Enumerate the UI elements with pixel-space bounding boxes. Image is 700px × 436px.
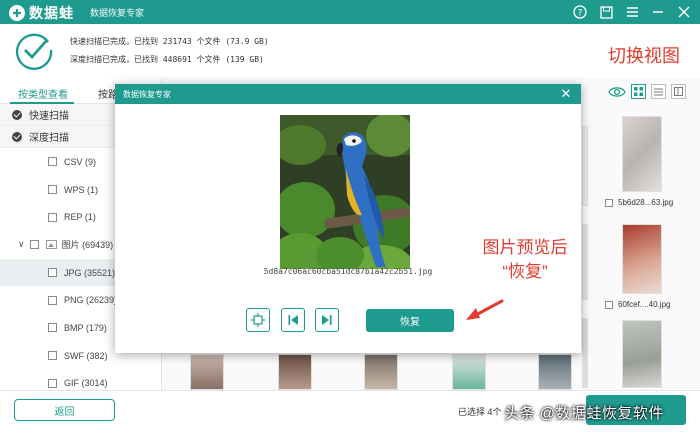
thumbnail-image[interactable]	[364, 354, 398, 390]
eye-icon[interactable]	[608, 85, 626, 99]
active-tab-indicator	[10, 102, 74, 104]
type-item-label: PNG (26239)	[64, 295, 118, 306]
help-icon[interactable]: ?	[570, 2, 590, 22]
red-arrow-icon	[466, 299, 504, 320]
thumbnail-image[interactable]	[622, 224, 662, 294]
checkbox[interactable]	[48, 378, 57, 388]
dialog-title-bar: 数据恢复专家 ✕	[115, 84, 581, 104]
checkbox[interactable]	[605, 198, 613, 207]
type-item-label: JPG (35521)	[64, 267, 116, 278]
app-logo: 数据蛙	[8, 3, 74, 23]
scan-status-header: 快速扫描已完成，已找到 231743 个文件 (73.9 GB) 深度扫描已完成…	[0, 24, 700, 78]
type-item-label: REP (1)	[64, 212, 96, 223]
switch-view-annotation: 切换视图	[608, 46, 680, 66]
svg-text:?: ?	[578, 9, 583, 19]
checkbox[interactable]	[48, 351, 57, 361]
check-icon	[12, 109, 22, 120]
thumbnail-image[interactable]	[452, 354, 486, 390]
selected-count: 已选择 4个	[458, 407, 502, 417]
type-item-label: BMP (179)	[64, 322, 107, 333]
detail-view-icon[interactable]	[671, 84, 686, 99]
checkbox[interactable]	[48, 323, 57, 333]
tab-by-type[interactable]: 按类型查看	[18, 86, 68, 101]
grid-view-icon[interactable]	[631, 84, 646, 99]
list-view-icon[interactable]	[651, 84, 666, 99]
scan-complete-check-icon	[15, 33, 53, 70]
thumbnail-filename: 60fcef....40.jpg	[618, 300, 671, 309]
thumbnail-image[interactable]	[622, 116, 662, 192]
type-group-label: 图片 (69439)	[61, 240, 114, 251]
check-icon	[12, 131, 22, 142]
type-item-label: SWF (382)	[64, 350, 108, 361]
preview-recover-annotation: 图片预览后 “恢复”	[470, 236, 580, 284]
app-subtitle: 数据恢复专家	[90, 8, 145, 18]
thumbnail-label[interactable]: 60fcef....40.jpg	[605, 300, 670, 309]
deep-scan-label: 深度扫描	[29, 133, 69, 144]
back-button[interactable]: 返回	[14, 399, 115, 421]
fit-to-window-button[interactable]	[246, 308, 270, 332]
annotation-line-2: “恢复”	[502, 262, 548, 281]
checkbox[interactable]	[48, 268, 57, 278]
checkbox[interactable]	[29, 240, 39, 250]
deep-scan-result: 深度扫描已完成，已找到 448691 个文件 (139 GB)	[70, 55, 264, 64]
window-controls: ?	[570, 2, 694, 22]
quick-scan-result: 快速扫描已完成，已找到 231743 个文件 (73.9 GB)	[70, 37, 269, 46]
checkbox[interactable]	[48, 295, 57, 305]
thumbnail-image[interactable]	[582, 224, 588, 300]
chevron-down-icon[interactable]: ∨	[18, 239, 25, 250]
image-icon	[45, 240, 57, 250]
thumbnail-image[interactable]	[582, 126, 588, 206]
watermark: 头条 @数据蛙恢复软件	[504, 405, 664, 422]
next-icon	[322, 315, 332, 325]
menu-icon[interactable]	[622, 2, 642, 22]
minimize-icon[interactable]	[648, 2, 668, 22]
preview-image-parrot	[280, 115, 410, 269]
checkbox[interactable]	[48, 185, 57, 195]
checkbox[interactable]	[48, 212, 57, 222]
recover-button[interactable]: 恢复	[366, 309, 454, 332]
crosshair-icon	[251, 313, 265, 327]
thumbnail-image[interactable]	[278, 354, 312, 390]
quick-scan-label: 快速扫描	[29, 111, 69, 122]
thumbnail-image[interactable]	[190, 354, 224, 390]
frog-logo-icon	[9, 5, 25, 21]
thumbnail-image[interactable]	[538, 354, 572, 390]
save-icon[interactable]	[596, 2, 616, 22]
thumbnail-image[interactable]	[582, 318, 588, 388]
checkbox[interactable]	[48, 157, 57, 167]
thumbnail-filename: 5b6d28...63.jpg	[618, 198, 674, 207]
close-icon[interactable]	[674, 2, 694, 22]
thumbnail-image[interactable]	[622, 320, 662, 388]
next-image-button[interactable]	[315, 308, 339, 332]
type-item-label: GIF (3014)	[64, 378, 108, 389]
previous-icon	[288, 315, 298, 325]
previous-image-button[interactable]	[281, 308, 305, 332]
checkbox[interactable]	[605, 300, 613, 309]
close-icon[interactable]: ✕	[559, 87, 573, 101]
dialog-title: 数据恢复专家	[123, 89, 171, 99]
annotation-line-1: 图片预览后	[482, 238, 568, 257]
thumbnail-label[interactable]: 5b6d28...63.jpg	[605, 198, 673, 207]
title-bar: 数据蛙 数据恢复专家 ?	[0, 0, 700, 24]
app-name: 数据蛙	[29, 5, 74, 21]
view-toolbar	[608, 84, 686, 99]
preview-dialog: 数据恢复专家 ✕ 5d8a7c06ac60cba51dc87b1a42c2b51…	[115, 84, 581, 353]
type-item-label: WPS (1)	[64, 184, 99, 195]
type-item-label: CSV (9)	[64, 156, 97, 167]
